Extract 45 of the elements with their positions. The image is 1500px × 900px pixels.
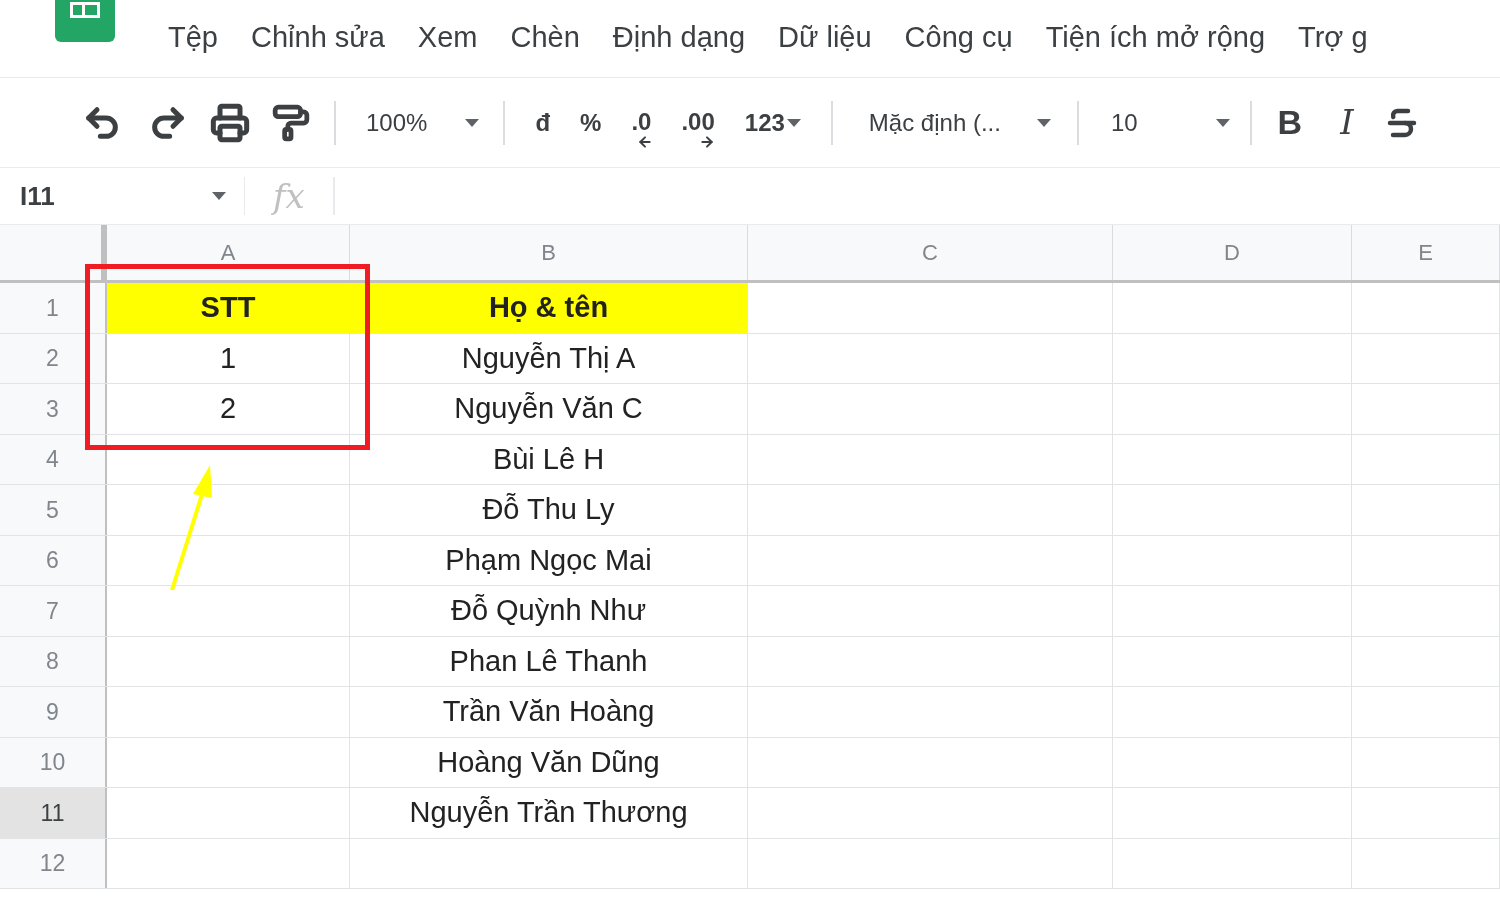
caret-icon xyxy=(1036,118,1051,127)
cell-value: Trần Văn Hoàng xyxy=(442,694,655,729)
menu-item[interactable]: Tiện ích mở rộng xyxy=(1045,15,1266,59)
app-logo-icon[interactable] xyxy=(55,0,115,42)
cell-value: 2 xyxy=(219,391,237,426)
print-icon[interactable] xyxy=(210,102,250,143)
menu-item[interactable]: Trợ g xyxy=(1298,15,1368,59)
number-format-button[interactable]: % xyxy=(580,104,602,141)
menu-item[interactable]: Chèn xyxy=(510,15,580,59)
menu-item[interactable]: Xem xyxy=(417,15,478,59)
caret-icon xyxy=(465,118,480,127)
cell-value: Đỗ Thu Ly xyxy=(482,492,615,527)
number-format-button[interactable]: đ xyxy=(535,104,551,141)
row-header[interactable]: 11 xyxy=(0,788,107,838)
menu-item[interactable]: Tệp xyxy=(168,15,218,59)
font-size-dropdown[interactable]: 10 xyxy=(1110,104,1230,141)
cell-value: Phan Lê Thanh xyxy=(449,643,648,679)
cell-value: Phạm Ngọc Mai xyxy=(445,542,652,578)
menu-item[interactable]: Chỉnh sửa xyxy=(251,15,385,59)
caret-icon xyxy=(786,118,801,127)
column-title: Họ & tên xyxy=(488,290,609,325)
cell-value: Bùi Lê H xyxy=(492,441,605,477)
column-title: STT xyxy=(200,290,256,325)
menu-item[interactable]: Công cụ xyxy=(904,15,1013,59)
cell-value: Nguyễn Văn C xyxy=(454,391,643,426)
number-format-button[interactable]: .0 xyxy=(631,95,652,150)
bold-button[interactable]: B xyxy=(1277,97,1303,148)
cell-value: Nguyễn Thị A xyxy=(461,340,636,376)
cell-value: Đỗ Quỳnh Như xyxy=(450,593,647,628)
fx-label: fx xyxy=(270,174,306,218)
cell-value: 1 xyxy=(219,340,237,376)
column-header[interactable]: C xyxy=(748,225,1113,280)
caret-icon xyxy=(1215,118,1230,127)
number-format-button[interactable]: .00 xyxy=(681,95,715,150)
paint-format-icon[interactable] xyxy=(272,103,310,142)
font-dropdown[interactable]: Mặc định (... xyxy=(868,104,1051,141)
caret-icon xyxy=(212,192,226,200)
italic-button[interactable]: I xyxy=(1340,97,1354,148)
menu-item[interactable]: Dữ liệu xyxy=(778,15,872,59)
number-format-button[interactable]: 123 xyxy=(744,104,801,141)
cell-value: Nguyễn Trần Thương xyxy=(409,795,688,830)
menu-item[interactable]: Định dạng xyxy=(612,15,746,59)
name-box[interactable]: I11 xyxy=(0,177,245,215)
cell-value: Hoàng Văn Dũng xyxy=(437,744,660,780)
zoom-dropdown[interactable]: 100% xyxy=(366,104,480,141)
